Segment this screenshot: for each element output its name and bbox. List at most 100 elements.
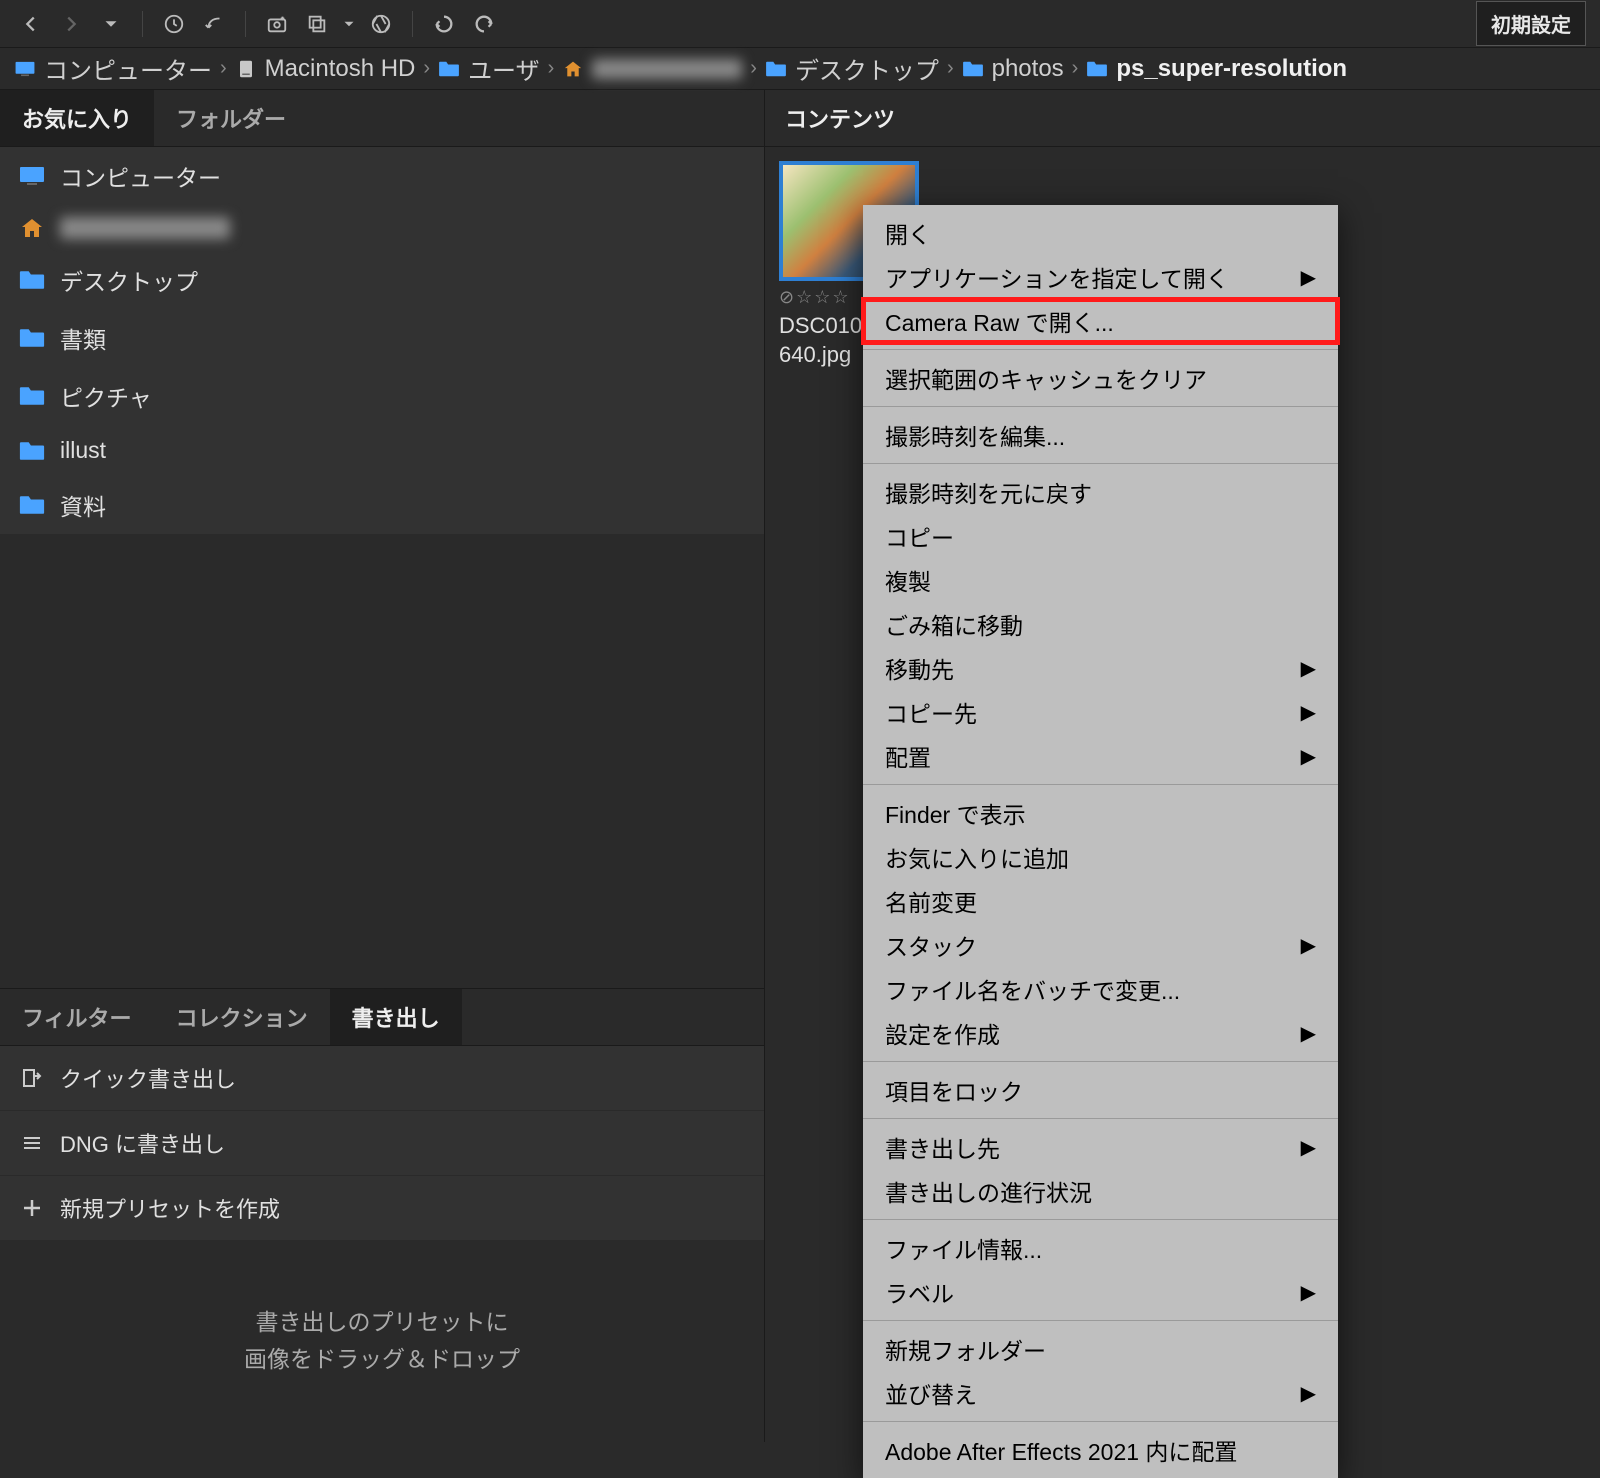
camera-plus-icon[interactable] <box>260 7 294 41</box>
chevron-right-icon: › <box>1072 57 1079 80</box>
chevron-right-icon: › <box>947 57 954 80</box>
forward-button[interactable] <box>54 7 88 41</box>
folder-icon <box>18 385 46 407</box>
tab-filter[interactable]: フィルター <box>0 989 154 1045</box>
folder-icon <box>438 60 460 78</box>
sidebar-item[interactable]: ピクチャ <box>0 367 764 425</box>
menu-item[interactable]: 撮影時刻を元に戻す <box>863 470 1338 514</box>
menu-item[interactable]: アプリケーションを指定して開く▶ <box>863 255 1338 299</box>
folder-icon <box>1086 60 1108 78</box>
menu-group: Adobe After Effects 2021 内に配置 <box>863 1422 1338 1478</box>
chevron-right-icon: › <box>220 57 227 80</box>
sidebar-item[interactable]: 資料 <box>0 476 764 534</box>
sidebar-item[interactable]: デスクトップ <box>0 251 764 309</box>
history-icon[interactable] <box>157 7 191 41</box>
tab-favorites[interactable]: お気に入り <box>0 90 154 146</box>
menu-item[interactable]: ファイル名をバッチで変更... <box>863 967 1338 1011</box>
reset-button[interactable]: 初期設定 <box>1476 1 1586 46</box>
sidebar-item[interactable] <box>0 205 764 251</box>
context-menu: 開くアプリケーションを指定して開く▶Camera Raw で開く...選択範囲の… <box>863 205 1338 1478</box>
menu-item[interactable]: お気に入りに追加 <box>863 835 1338 879</box>
menu-item[interactable]: 設定を作成 ▶ <box>863 1011 1338 1055</box>
menu-item[interactable]: 書き出し先▶ <box>863 1125 1338 1169</box>
computer-icon <box>18 165 46 187</box>
menu-item-label: 複製 <box>885 563 931 597</box>
menu-item[interactable]: 並び替え▶ <box>863 1371 1338 1415</box>
menu-item[interactable]: 開く <box>863 211 1338 255</box>
undo-icon[interactable] <box>427 7 461 41</box>
menu-item[interactable]: 複製 <box>863 558 1338 602</box>
sidebar-item[interactable]: illust <box>0 425 764 476</box>
breadcrumb-item[interactable]: デスクトップ <box>765 51 939 86</box>
menu-item[interactable]: コピー先▶ <box>863 690 1338 734</box>
menu-item[interactable]: Camera Raw で開く... <box>863 299 1338 343</box>
menu-item[interactable]: 配置▶ <box>863 734 1338 778</box>
menu-item-label: 設定を作成 <box>885 1016 1000 1050</box>
dropdown-icon[interactable] <box>94 7 128 41</box>
menu-item[interactable]: Adobe After Effects 2021 内に配置 <box>863 1428 1338 1472</box>
breadcrumb-item[interactable]: ユーザ <box>438 51 540 86</box>
menu-item[interactable]: 移動先▶ <box>863 646 1338 690</box>
home-icon <box>18 217 46 239</box>
chevron-right-icon: ▶ <box>1301 1021 1316 1046</box>
breadcrumb-item[interactable]: ps_super-resolution <box>1086 55 1347 83</box>
menu-item[interactable]: コピー <box>863 514 1338 558</box>
menu-item-label: 並び替え <box>885 1376 977 1410</box>
tab-folders[interactable]: フォルダー <box>154 90 308 146</box>
sidebar-item-label: 書類 <box>60 321 106 355</box>
sidebar-item-label: 資料 <box>60 488 106 522</box>
menu-item-label: お気に入りに追加 <box>885 840 1069 874</box>
chevron-right-icon: › <box>750 57 757 80</box>
redo-icon[interactable] <box>467 7 501 41</box>
aperture-icon[interactable] <box>364 7 398 41</box>
menu-item[interactable]: ラベル▶ <box>863 1270 1338 1314</box>
menu-item-label: アプリケーションを指定して開く <box>885 260 1229 294</box>
menu-item-label: コピー先 <box>885 695 977 729</box>
sidebar-item-label: ピクチャ <box>60 379 152 413</box>
tab-export[interactable]: 書き出し <box>330 989 462 1045</box>
quick-export-item[interactable]: クイック書き出し <box>0 1046 764 1111</box>
menu-group: 選択範囲のキャッシュをクリア <box>863 350 1338 407</box>
hd-icon <box>235 60 257 78</box>
tab-collection[interactable]: コレクション <box>154 989 330 1045</box>
sidebar-item[interactable]: コンピューター <box>0 147 764 205</box>
menu-item[interactable]: 項目をロック <box>863 1068 1338 1112</box>
menu-group: 項目をロック <box>863 1062 1338 1119</box>
menu-item[interactable]: 選択範囲のキャッシュをクリア <box>863 356 1338 400</box>
breadcrumb-item[interactable]: photos <box>962 55 1064 83</box>
menu-item-label: 撮影時刻を編集... <box>885 418 1065 452</box>
breadcrumb-item[interactable]: Macintosh HD <box>235 55 416 83</box>
menu-group: 新規フォルダー並び替え▶ <box>863 1321 1338 1422</box>
menu-item[interactable]: スタック▶ <box>863 923 1338 967</box>
breadcrumb-item[interactable] <box>562 59 742 79</box>
new-preset-label: 新規プリセットを作成 <box>60 1192 280 1224</box>
menu-group: 撮影時刻を元に戻すコピー複製ごみ箱に移動移動先▶コピー先▶配置▶ <box>863 464 1338 785</box>
menu-item-label: 開く <box>885 216 931 250</box>
menu-group: 書き出し先▶書き出しの進行状況 <box>863 1119 1338 1220</box>
menu-item[interactable]: 書き出しの進行状況 <box>863 1169 1338 1213</box>
menu-item-label: 書き出し先 <box>885 1130 1000 1164</box>
menu-item-label: 移動先 <box>885 651 954 685</box>
breadcrumb-item[interactable]: コンピューター <box>14 51 212 86</box>
boomerang-icon[interactable] <box>197 7 231 41</box>
menu-item[interactable]: ファイル情報... <box>863 1226 1338 1270</box>
menu-item[interactable]: Finder で表示 <box>863 791 1338 835</box>
dropdown-icon-2[interactable] <box>340 7 358 41</box>
export-placeholder: 書き出しのプリセットに 画像をドラッグ＆ドロップ <box>0 1241 764 1443</box>
reject-icon[interactable]: ⊘ <box>779 287 794 308</box>
chevron-right-icon: › <box>548 57 555 80</box>
menu-item[interactable]: 新規フォルダー <box>863 1327 1338 1371</box>
menu-item[interactable]: ごみ箱に移動 <box>863 602 1338 646</box>
folder-icon <box>765 60 787 78</box>
back-button[interactable] <box>14 7 48 41</box>
menu-item-label: 新規フォルダー <box>885 1332 1046 1366</box>
menu-item[interactable]: 撮影時刻を編集... <box>863 413 1338 457</box>
dng-export-item[interactable]: DNG に書き出し <box>0 1111 764 1176</box>
menu-group: 開くアプリケーションを指定して開く▶Camera Raw で開く... <box>863 205 1338 350</box>
menu-group: 撮影時刻を編集... <box>863 407 1338 464</box>
sidebar-item[interactable]: 書類 <box>0 309 764 367</box>
new-preset-item[interactable]: 新規プリセットを作成 <box>0 1176 764 1241</box>
menu-item-label: Finder で表示 <box>885 796 1026 830</box>
menu-item[interactable]: 名前変更 <box>863 879 1338 923</box>
copy-icon[interactable] <box>300 7 334 41</box>
